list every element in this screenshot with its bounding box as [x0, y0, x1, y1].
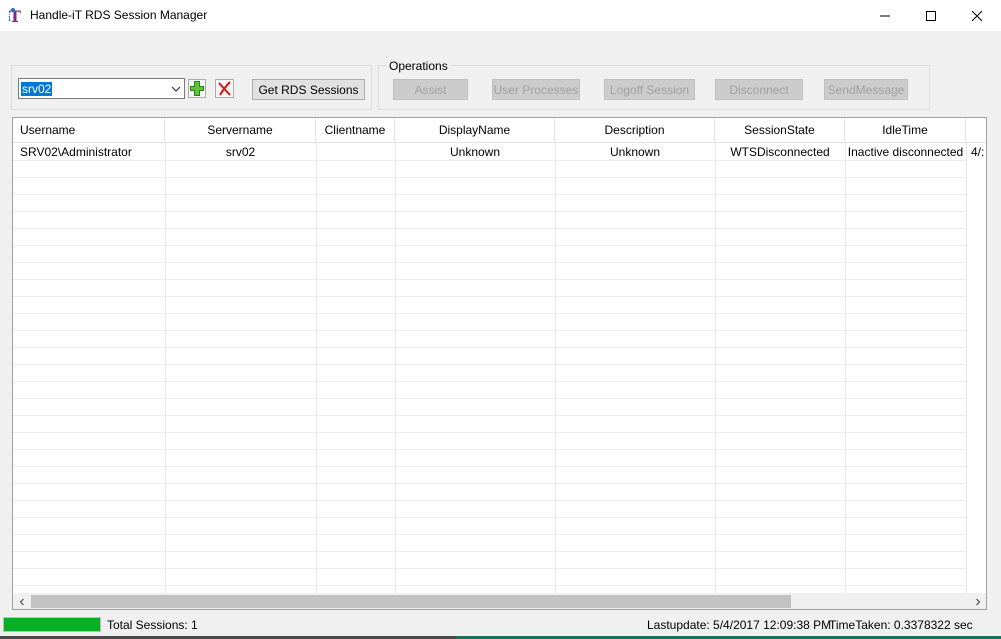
plus-icon	[190, 81, 204, 96]
grid-row-line	[13, 449, 966, 450]
window-title: Handle-iT RDS Session Manager	[30, 8, 208, 22]
time-taken-label: TimeTaken: 0.3378322 sec	[829, 618, 973, 632]
minimize-icon	[880, 15, 890, 16]
maximize-button[interactable]	[908, 0, 954, 31]
grid-row-line	[13, 483, 966, 484]
column-header-clientname[interactable]: Clientname	[316, 118, 395, 143]
cell-clientname	[316, 145, 395, 160]
grid-row-line	[13, 398, 966, 399]
get-rds-sessions-button[interactable]: Get RDS Sessions	[252, 79, 365, 100]
column-header-sessionstate[interactable]: SessionState	[715, 118, 845, 143]
grid-body: SRV02\Administrator srv02 Unknown Unknow…	[13, 143, 986, 593]
grid-row-line	[13, 415, 966, 416]
grid-row-line	[13, 330, 966, 331]
grid-row-line	[13, 585, 966, 586]
grid-row-line	[13, 211, 966, 212]
grid-column-line	[966, 143, 967, 593]
chevron-down-icon[interactable]	[170, 82, 182, 96]
scrollbar-thumb[interactable]	[31, 595, 791, 608]
grid-row-line	[13, 432, 966, 433]
cell-idletime: Inactive disconnected	[847, 145, 964, 159]
grid-row-line	[13, 466, 966, 467]
grid-row-line	[13, 279, 966, 280]
remove-server-button[interactable]	[215, 79, 234, 98]
grid-row-line	[13, 534, 966, 535]
grid-row-line	[13, 347, 966, 348]
server-combobox-value: srv02	[21, 82, 53, 96]
horizontal-scrollbar[interactable]	[13, 593, 986, 609]
column-header-description[interactable]: Description	[555, 118, 715, 143]
scroll-right-icon[interactable]	[969, 593, 986, 609]
server-combobox[interactable]: srv02	[18, 78, 185, 99]
column-header-displayname[interactable]: DisplayName	[395, 118, 555, 143]
progress-bar	[3, 617, 101, 632]
cell-displayname: Unknown	[449, 145, 501, 159]
close-button[interactable]	[954, 0, 1000, 31]
column-header-overflow[interactable]	[966, 118, 986, 143]
grid-row-line	[13, 500, 966, 501]
red-x-icon	[218, 81, 231, 96]
minimize-button[interactable]	[862, 0, 908, 31]
grid-lines	[13, 143, 986, 593]
cell-sessionstate: WTSDisconnected	[730, 145, 830, 159]
table-row[interactable]: SRV02\Administrator srv02 Unknown Unknow…	[13, 143, 986, 160]
scroll-left-icon[interactable]	[13, 593, 30, 609]
cell-username: SRV02\Administrator	[20, 145, 132, 159]
column-header-servername[interactable]: Servername	[165, 118, 316, 143]
grid-row-line	[13, 177, 966, 178]
column-header-username[interactable]: Username	[13, 118, 165, 143]
grid-row-line	[13, 313, 966, 314]
grid-row-line	[13, 381, 966, 382]
cell-description: Unknown	[609, 145, 661, 159]
total-sessions-label: Total Sessions: 1	[107, 618, 198, 632]
sessions-grid[interactable]: Username Servername Clientname DisplayNa…	[12, 117, 987, 610]
progress-bar-fill	[4, 618, 100, 631]
grid-row-line	[13, 262, 966, 263]
disconnect-button[interactable]: Disconnect	[715, 79, 803, 100]
column-header-idletime[interactable]: IdleTime	[845, 118, 966, 143]
grid-row-line	[13, 245, 966, 246]
add-server-button[interactable]	[188, 79, 206, 98]
cell-overflow: 4/:	[971, 145, 985, 159]
assist-button[interactable]: Assist	[393, 79, 468, 100]
logoff-session-button[interactable]: Logoff Session	[604, 79, 695, 100]
grid-row-line	[13, 364, 966, 365]
svg-text:i: i	[8, 14, 11, 24]
send-message-button[interactable]: SendMessage	[824, 79, 908, 100]
grid-row-line	[13, 551, 966, 552]
grid-row-line	[13, 194, 966, 195]
grid-row-line	[13, 228, 966, 229]
grid-header: Username Servername Clientname DisplayNa…	[13, 118, 986, 143]
maximize-icon	[926, 10, 936, 21]
grid-row-line	[13, 296, 966, 297]
cell-servername: srv02	[225, 145, 256, 159]
operations-label: Operations	[387, 59, 450, 73]
grid-row-line	[13, 568, 966, 569]
close-icon	[972, 10, 982, 21]
user-processes-button[interactable]: User Processes	[492, 79, 580, 100]
grid-row-line	[13, 160, 966, 161]
last-update-label: Lastupdate: 5/4/2017 12:09:38 PM	[647, 618, 832, 632]
app-logo-icon: T i	[8, 7, 24, 26]
grid-row-line	[13, 517, 966, 518]
